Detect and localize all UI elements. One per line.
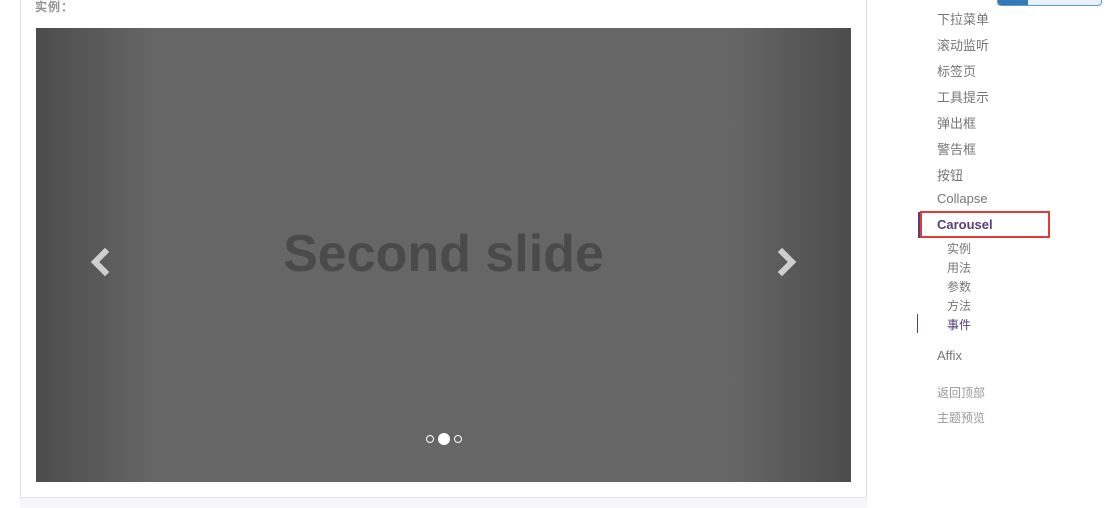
code-block-strip xyxy=(20,497,867,508)
sidenav-subitem-usage[interactable]: 用法 xyxy=(947,259,971,276)
back-to-top-link[interactable]: 返回顶部 xyxy=(937,384,985,401)
sidenav-item-dropdowns[interactable]: 下拉菜单 xyxy=(937,9,989,28)
indicator-dot-3[interactable] xyxy=(453,435,462,443)
sidenav-subitem-examples[interactable]: 实例 xyxy=(947,240,971,257)
chevron-right-icon xyxy=(777,247,797,277)
sidenav-subitem-methods[interactable]: 方法 xyxy=(947,297,971,314)
indicator-dot-1[interactable] xyxy=(425,435,434,443)
example-label: 实例： xyxy=(35,0,75,14)
sub-active-indicator-bar xyxy=(917,314,918,333)
theme-preview-link[interactable]: 主题预览 xyxy=(937,409,985,426)
sidenav-item-popovers[interactable]: 弹出框 xyxy=(937,113,976,132)
sidenav-item-alerts[interactable]: 警告框 xyxy=(937,139,976,158)
sidenav-item-tooltips[interactable]: 工具提示 xyxy=(937,87,989,106)
sidenav-item-buttons[interactable]: 按钮 xyxy=(937,165,963,184)
chevron-left-icon xyxy=(90,247,110,277)
carousel: Second slide xyxy=(36,28,851,482)
carousel-prev-button[interactable] xyxy=(81,238,121,288)
carousel-next-button[interactable] xyxy=(768,238,808,288)
sidenav-item-scrollspy[interactable]: 滚动监听 xyxy=(937,35,989,54)
top-progress-fill xyxy=(998,0,1028,5)
sidenav-subitem-events[interactable]: 事件 xyxy=(947,316,971,333)
indicator-dot-2[interactable] xyxy=(437,433,450,445)
top-progress-button[interactable] xyxy=(997,0,1102,6)
sidenav-item-tabs[interactable]: 标签页 xyxy=(937,61,976,80)
slide-caption: Second slide xyxy=(283,225,604,283)
highlight-box xyxy=(920,211,1050,238)
sidenav-item-collapse[interactable]: Collapse xyxy=(937,191,988,206)
sidenav-item-affix[interactable]: Affix xyxy=(937,348,962,363)
sidenav-subitem-options[interactable]: 参数 xyxy=(947,278,971,295)
carousel-indicators xyxy=(36,433,851,445)
